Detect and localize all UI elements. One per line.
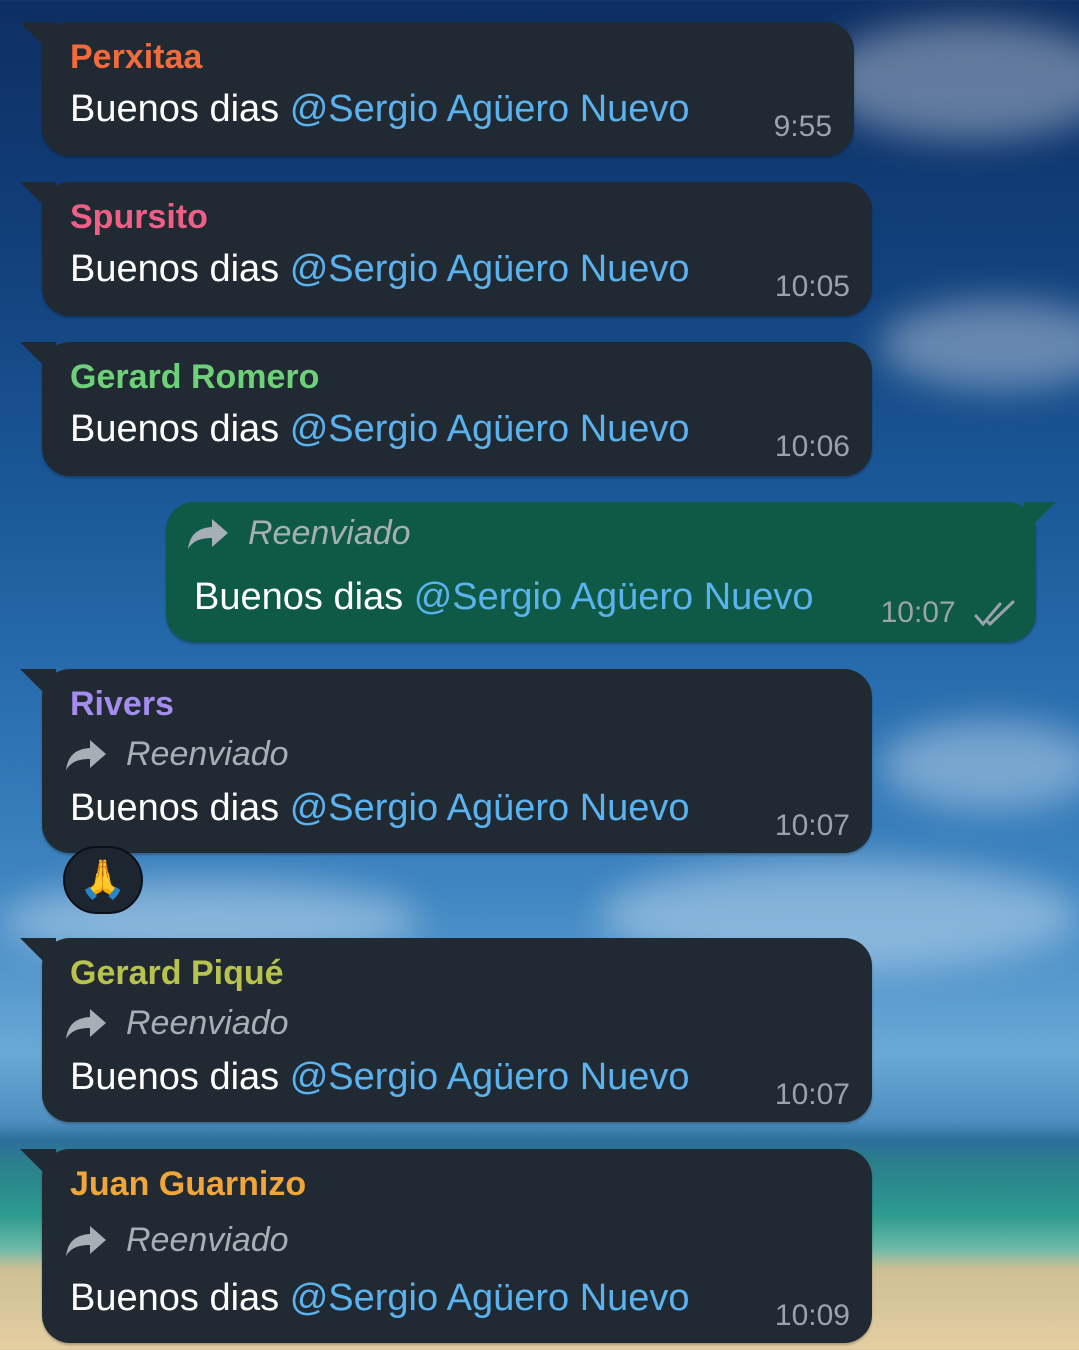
mention-link[interactable]: @Sergio Agüero Nuevo <box>290 1277 690 1319</box>
message-text: Buenos dias @Sergio Agüero Nuevo <box>70 248 690 291</box>
sender-name[interactable]: Juan Guarnizo <box>70 1165 306 1204</box>
message-time: 9:55 <box>773 110 832 143</box>
forwarded-text: Reenviado <box>126 1221 289 1259</box>
forwarded-text: Reenviado <box>248 514 411 552</box>
forwarded-text: Reenviado <box>126 735 289 773</box>
message-bubble[interactable]: Gerard Romero Buenos dias @Sergio Agüero… <box>20 342 872 476</box>
message-time: 10:07 <box>774 1078 850 1111</box>
message-bubble[interactable]: Juan Guarnizo Reenviado Buenos dias @Ser… <box>20 1149 872 1343</box>
forward-arrow-icon <box>66 1008 106 1039</box>
message-body: Buenos dias <box>70 1277 290 1319</box>
reaction-emoji: 🙏 <box>79 859 127 901</box>
sender-name[interactable]: Rivers <box>70 685 174 724</box>
reaction-badge[interactable]: 🙏 <box>63 846 143 914</box>
message-time: 10:07 <box>880 596 956 629</box>
message-text: Buenos dias @Sergio Agüero Nuevo <box>194 576 814 619</box>
sender-name[interactable]: Gerard Romero <box>70 358 319 397</box>
message-text: Buenos dias @Sergio Agüero Nuevo <box>70 408 690 451</box>
message-time: 10:06 <box>774 430 850 463</box>
forwarded-label: Reenviado <box>64 735 289 774</box>
mention-link[interactable]: @Sergio Agüero Nuevo <box>290 248 690 290</box>
forwarded-label: Reenviado <box>64 1004 289 1043</box>
message-bubble[interactable]: Gerard Piqué Reenviado Buenos dias @Serg… <box>20 938 872 1122</box>
forwarded-label: Reenviado <box>64 1221 289 1260</box>
double-check-icon <box>974 600 1015 627</box>
message-body: Buenos dias <box>70 787 290 829</box>
message-body: Buenos dias <box>70 88 290 130</box>
mention-link[interactable]: @Sergio Agüero Nuevo <box>414 576 814 618</box>
cloud-decoration <box>880 720 1079 810</box>
mention-link[interactable]: @Sergio Agüero Nuevo <box>290 408 690 450</box>
message-body: Buenos dias <box>70 408 290 450</box>
message-time: 10:09 <box>774 1299 850 1332</box>
message-text: Buenos dias @Sergio Agüero Nuevo <box>70 1056 690 1099</box>
message-body: Buenos dias <box>70 248 290 290</box>
message-text: Buenos dias @Sergio Agüero Nuevo <box>70 1277 690 1320</box>
forwarded-text: Reenviado <box>126 1004 289 1042</box>
message-time-status: 10:07 <box>881 596 1016 630</box>
forward-arrow-icon <box>66 1225 106 1256</box>
forwarded-label: Reenviado <box>186 514 411 553</box>
message-body: Buenos dias <box>70 1056 290 1098</box>
message-bubble[interactable]: Spursito Buenos dias @Sergio Agüero Nuev… <box>20 182 872 316</box>
cloud-decoration <box>820 20 1079 140</box>
mention-link[interactable]: @Sergio Agüero Nuevo <box>290 1056 690 1098</box>
mention-link[interactable]: @Sergio Agüero Nuevo <box>290 88 690 130</box>
cloud-decoration <box>880 300 1079 390</box>
outgoing-message-bubble[interactable]: Reenviado Buenos dias @Sergio Agüero Nue… <box>166 502 1056 642</box>
message-bubble[interactable]: Perxitaa Buenos dias @Sergio Agüero Nuev… <box>20 22 854 156</box>
message-body: Buenos dias <box>194 576 414 618</box>
message-bubble[interactable]: Rivers Reenviado Buenos dias @Sergio Agü… <box>20 669 872 853</box>
message-time: 10:05 <box>774 270 850 303</box>
forward-arrow-icon <box>66 739 106 770</box>
sender-name[interactable]: Gerard Piqué <box>70 954 284 993</box>
sender-name[interactable]: Perxitaa <box>70 38 202 77</box>
sender-name[interactable]: Spursito <box>70 198 208 237</box>
mention-link[interactable]: @Sergio Agüero Nuevo <box>290 787 690 829</box>
message-text: Buenos dias @Sergio Agüero Nuevo <box>70 787 690 830</box>
forward-arrow-icon <box>188 518 228 549</box>
message-time: 10:07 <box>774 809 850 842</box>
message-text: Buenos dias @Sergio Agüero Nuevo <box>70 88 690 131</box>
